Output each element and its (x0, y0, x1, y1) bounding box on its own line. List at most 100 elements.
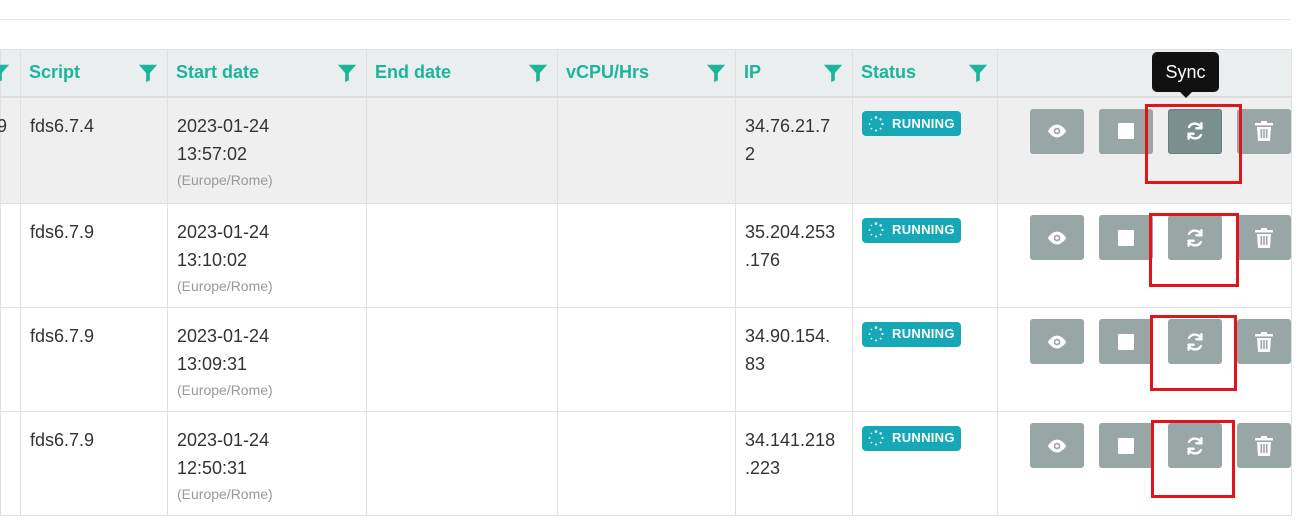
column-header-vcpu[interactable]: vCPU/Hrs (557, 49, 736, 98)
timezone: (Europe/Rome) (177, 486, 273, 502)
column-label: Status (861, 62, 917, 83)
filter-icon[interactable] (336, 62, 358, 84)
cell-status: RUNNING (852, 203, 998, 308)
spinner-icon (868, 115, 884, 132)
cell-script: fds6.7.4 (20, 96, 168, 204)
sync-icon (1184, 331, 1206, 353)
stop-button[interactable] (1099, 215, 1153, 260)
sync-button[interactable] (1168, 108, 1222, 154)
delete-button[interactable] (1237, 319, 1291, 364)
filter-icon[interactable] (137, 62, 159, 84)
row-actions (1007, 103, 1291, 204)
cell-actions (997, 411, 1292, 516)
filter-icon[interactable] (527, 62, 549, 84)
view-button[interactable] (1030, 423, 1084, 468)
status-badge: RUNNING (862, 111, 961, 136)
ip-line: 34.141.218 (745, 430, 836, 450)
eye-icon (1046, 334, 1068, 350)
column-label: vCPU/Hrs (566, 62, 650, 83)
cell-text: 9 (0, 115, 8, 136)
table-row[interactable]: 9 fds6.7.4 2023-01-24 13:57:02 (Europe/Rome)… (0, 96, 1292, 204)
table-row[interactable]: fds6.7.9 2023-01-24 13:09:31 (Europe/Rome) 3… (0, 307, 1292, 412)
cell-end-date (366, 307, 558, 412)
row-actions (1007, 420, 1291, 515)
cell-actions (997, 96, 1292, 204)
cell-actions (997, 203, 1292, 308)
instances-table: Script Start date End date vCPU/Hrs IP S… (0, 49, 1292, 516)
stop-square-icon (1118, 437, 1134, 454)
cell-start-date: 2023-01-24 13:57:02 (Europe/Rome) (167, 96, 367, 204)
start-date: 2023-01-24 (177, 222, 270, 242)
status-badge: RUNNING (862, 217, 961, 243)
script-name: fds6.7.9 (30, 326, 95, 346)
cell-vcpu (557, 96, 736, 204)
stop-button[interactable] (1099, 108, 1153, 154)
column-label: IP (744, 62, 762, 83)
column-label: End date (375, 62, 452, 83)
filter-icon[interactable] (967, 62, 989, 84)
column-label: Start date (176, 62, 260, 83)
eye-icon (1046, 230, 1068, 246)
cell-end-date (366, 203, 558, 308)
ip-line: 34.76.21.7 (745, 115, 831, 136)
column-header-start-date[interactable]: Start date (167, 49, 367, 98)
top-divider (0, 19, 1290, 20)
status-badge: RUNNING (862, 425, 961, 451)
start-time: 13:10:02 (177, 250, 248, 270)
cell-script: fds6.7.9 (20, 307, 168, 412)
stop-button[interactable] (1099, 423, 1153, 468)
status-badge: RUNNING (862, 321, 961, 347)
ip-line: 35.204.253 (745, 222, 836, 242)
script-name: fds6.7.9 (30, 222, 95, 242)
row-actions (1007, 213, 1291, 307)
eye-icon (1046, 438, 1068, 454)
sync-button[interactable] (1168, 423, 1222, 468)
cell-script: fds6.7.9 (20, 411, 168, 516)
cell-ip: 34.76.21.7 2 (735, 96, 853, 204)
cell-ip: 34.141.218 .223 (735, 411, 853, 516)
view-button[interactable] (1030, 319, 1084, 364)
column-header-status[interactable]: Status (852, 49, 998, 98)
column-header-ip[interactable]: IP (735, 49, 853, 98)
cell-prev (0, 203, 21, 308)
row-actions (1007, 315, 1291, 411)
sync-button[interactable] (1168, 215, 1222, 260)
cell-start-date: 2023-01-24 13:09:31 (Europe/Rome) (167, 307, 367, 412)
cell-ip: 35.204.253 .176 (735, 203, 853, 308)
column-header-end-date[interactable]: End date (366, 49, 558, 98)
delete-button[interactable] (1237, 108, 1291, 154)
stop-button[interactable] (1099, 319, 1153, 364)
filter-icon[interactable] (705, 62, 727, 84)
cell-prev (0, 411, 21, 516)
sync-icon (1184, 435, 1206, 457)
delete-button[interactable] (1237, 215, 1291, 260)
status-text: RUNNING (892, 430, 955, 445)
status-text: RUNNING (892, 115, 955, 131)
cell-end-date (366, 96, 558, 204)
start-time: 13:09:31 (177, 354, 248, 374)
start-time: 13:57:02 (177, 143, 248, 164)
ip-line: .223 (745, 458, 781, 478)
stop-square-icon (1118, 123, 1134, 139)
column-header-actions (997, 49, 1292, 98)
table-header-row: Script Start date End date vCPU/Hrs IP S… (0, 49, 1292, 98)
view-button[interactable] (1030, 108, 1084, 154)
filter-icon[interactable] (0, 62, 11, 84)
ip-line: .176 (745, 250, 781, 270)
column-header-prev[interactable] (0, 49, 21, 98)
cell-start-date: 2023-01-24 13:10:02 (Europe/Rome) (167, 203, 367, 308)
cell-prev: 9 (0, 96, 21, 204)
filter-icon[interactable] (822, 62, 844, 84)
table-row[interactable]: fds6.7.9 2023-01-24 13:10:02 (Europe/Rome) 3… (0, 203, 1292, 308)
cell-end-date (366, 411, 558, 516)
trash-icon (1255, 331, 1273, 352)
trash-icon (1255, 435, 1273, 456)
spinner-icon (868, 430, 884, 446)
table-row[interactable]: fds6.7.9 2023-01-24 12:50:31 (Europe/Rome) 3… (0, 411, 1292, 516)
column-header-script[interactable]: Script (20, 49, 168, 98)
timezone: (Europe/Rome) (177, 382, 273, 398)
delete-button[interactable] (1237, 423, 1291, 468)
column-label: Script (29, 62, 81, 83)
view-button[interactable] (1030, 215, 1084, 260)
sync-button[interactable] (1168, 319, 1222, 364)
